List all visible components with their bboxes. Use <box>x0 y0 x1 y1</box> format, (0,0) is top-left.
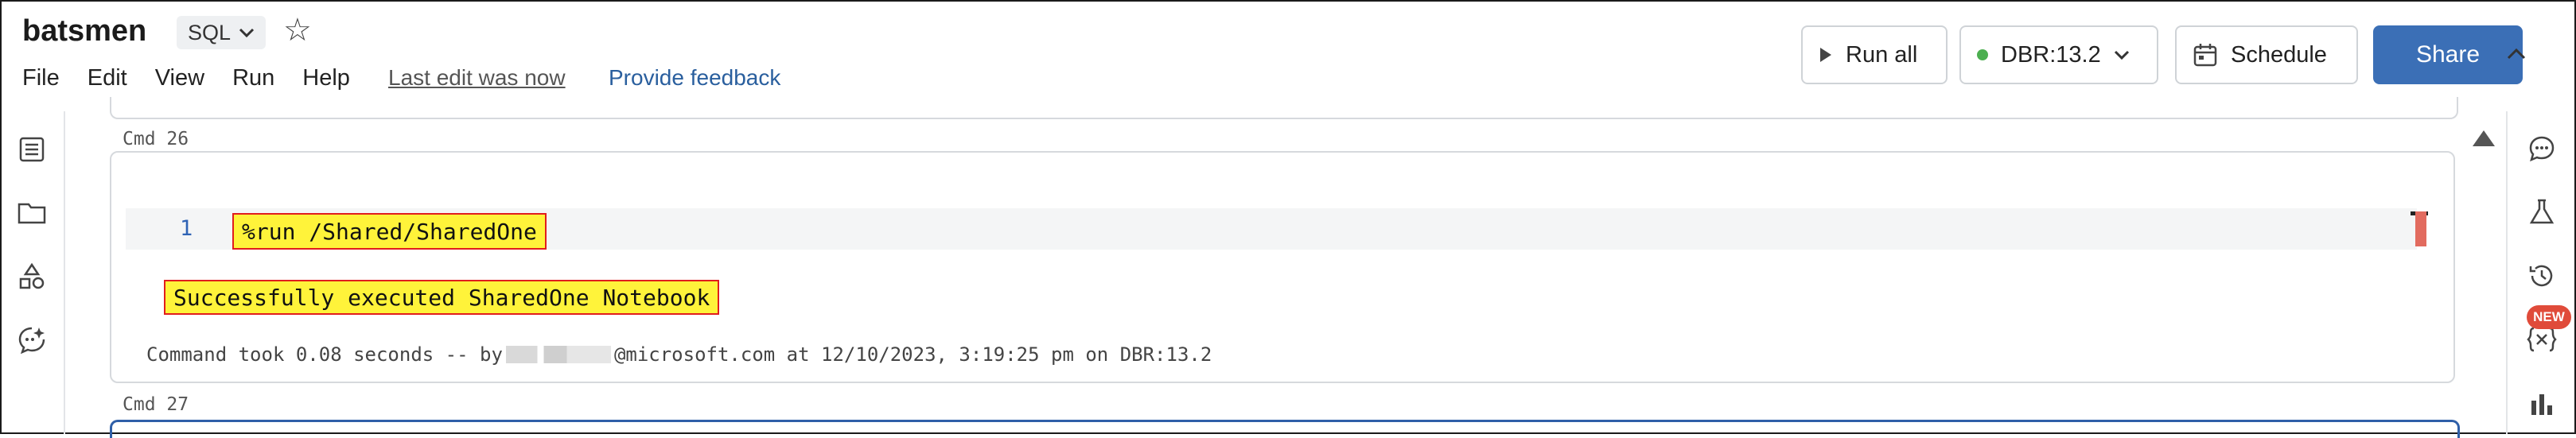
run-all-button[interactable]: Run all <box>1801 25 1948 84</box>
command-took-prefix: Command took 0.08 seconds -- by <box>146 343 503 366</box>
cluster-status-icon <box>1977 49 1988 60</box>
command-took-info: Command took 0.08 seconds -- by @microso… <box>146 343 1212 366</box>
notebook-title[interactable]: batsmen <box>22 14 146 48</box>
schedule-button[interactable]: Schedule <box>2175 25 2358 84</box>
cell-status-marker <box>2415 211 2426 246</box>
code-text[interactable]: %run /Shared/SharedOne <box>232 213 547 250</box>
experiment-icon[interactable] <box>2525 196 2558 229</box>
cmd-27-label: Cmd 27 <box>123 394 189 415</box>
run-all-label: Run all <box>1846 41 1918 68</box>
chart-icon[interactable] <box>2525 386 2558 420</box>
folder-icon[interactable] <box>16 197 48 229</box>
previous-cell[interactable] <box>110 97 2458 119</box>
table-of-contents-icon[interactable] <box>16 134 48 165</box>
line-number: 1 <box>180 216 193 241</box>
redacted-user <box>505 346 611 363</box>
calendar-icon <box>2193 44 2217 67</box>
scroll-up-icon[interactable] <box>2473 130 2495 146</box>
right-sidebar <box>2506 111 2576 434</box>
menu-edit[interactable]: Edit <box>88 65 127 91</box>
menu-help[interactable]: Help <box>302 65 350 91</box>
cell-output: Successfully executed SharedOne Notebook <box>164 280 720 315</box>
language-label: SQL <box>188 20 232 45</box>
menu-bar: File Edit View Run Help <box>22 65 378 91</box>
language-selector[interactable]: SQL <box>177 16 267 49</box>
new-badge: NEW <box>2527 305 2571 329</box>
command-took-suffix: @microsoft.com at 12/10/2023, 3:19:25 pm… <box>613 343 1212 366</box>
menu-file[interactable]: File <box>22 65 60 91</box>
last-edit-link[interactable]: Last edit was now <box>388 65 566 91</box>
chevron-down-icon <box>2114 50 2129 60</box>
left-sidebar <box>0 111 65 434</box>
cmd-26-label: Cmd 26 <box>123 129 189 149</box>
assistant-icon[interactable] <box>16 324 48 356</box>
share-button[interactable]: Share <box>2373 25 2523 84</box>
star-icon[interactable]: ☆ <box>283 14 312 46</box>
shapes-icon[interactable] <box>16 261 48 293</box>
chevron-down-icon <box>239 28 255 38</box>
schedule-label: Schedule <box>2231 41 2327 68</box>
menu-run[interactable]: Run <box>232 65 274 91</box>
collapse-header-icon[interactable] <box>2506 40 2527 67</box>
cluster-selector[interactable]: DBR:13.2 <box>1959 25 2158 84</box>
menu-view[interactable]: View <box>155 65 204 91</box>
history-icon[interactable] <box>2525 259 2558 293</box>
feedback-link[interactable]: Provide feedback <box>609 65 780 91</box>
comments-icon[interactable] <box>2525 132 2558 165</box>
next-cell[interactable] <box>110 420 2460 438</box>
play-icon <box>1820 48 1831 62</box>
cluster-label: DBR:13.2 <box>2001 41 2101 68</box>
